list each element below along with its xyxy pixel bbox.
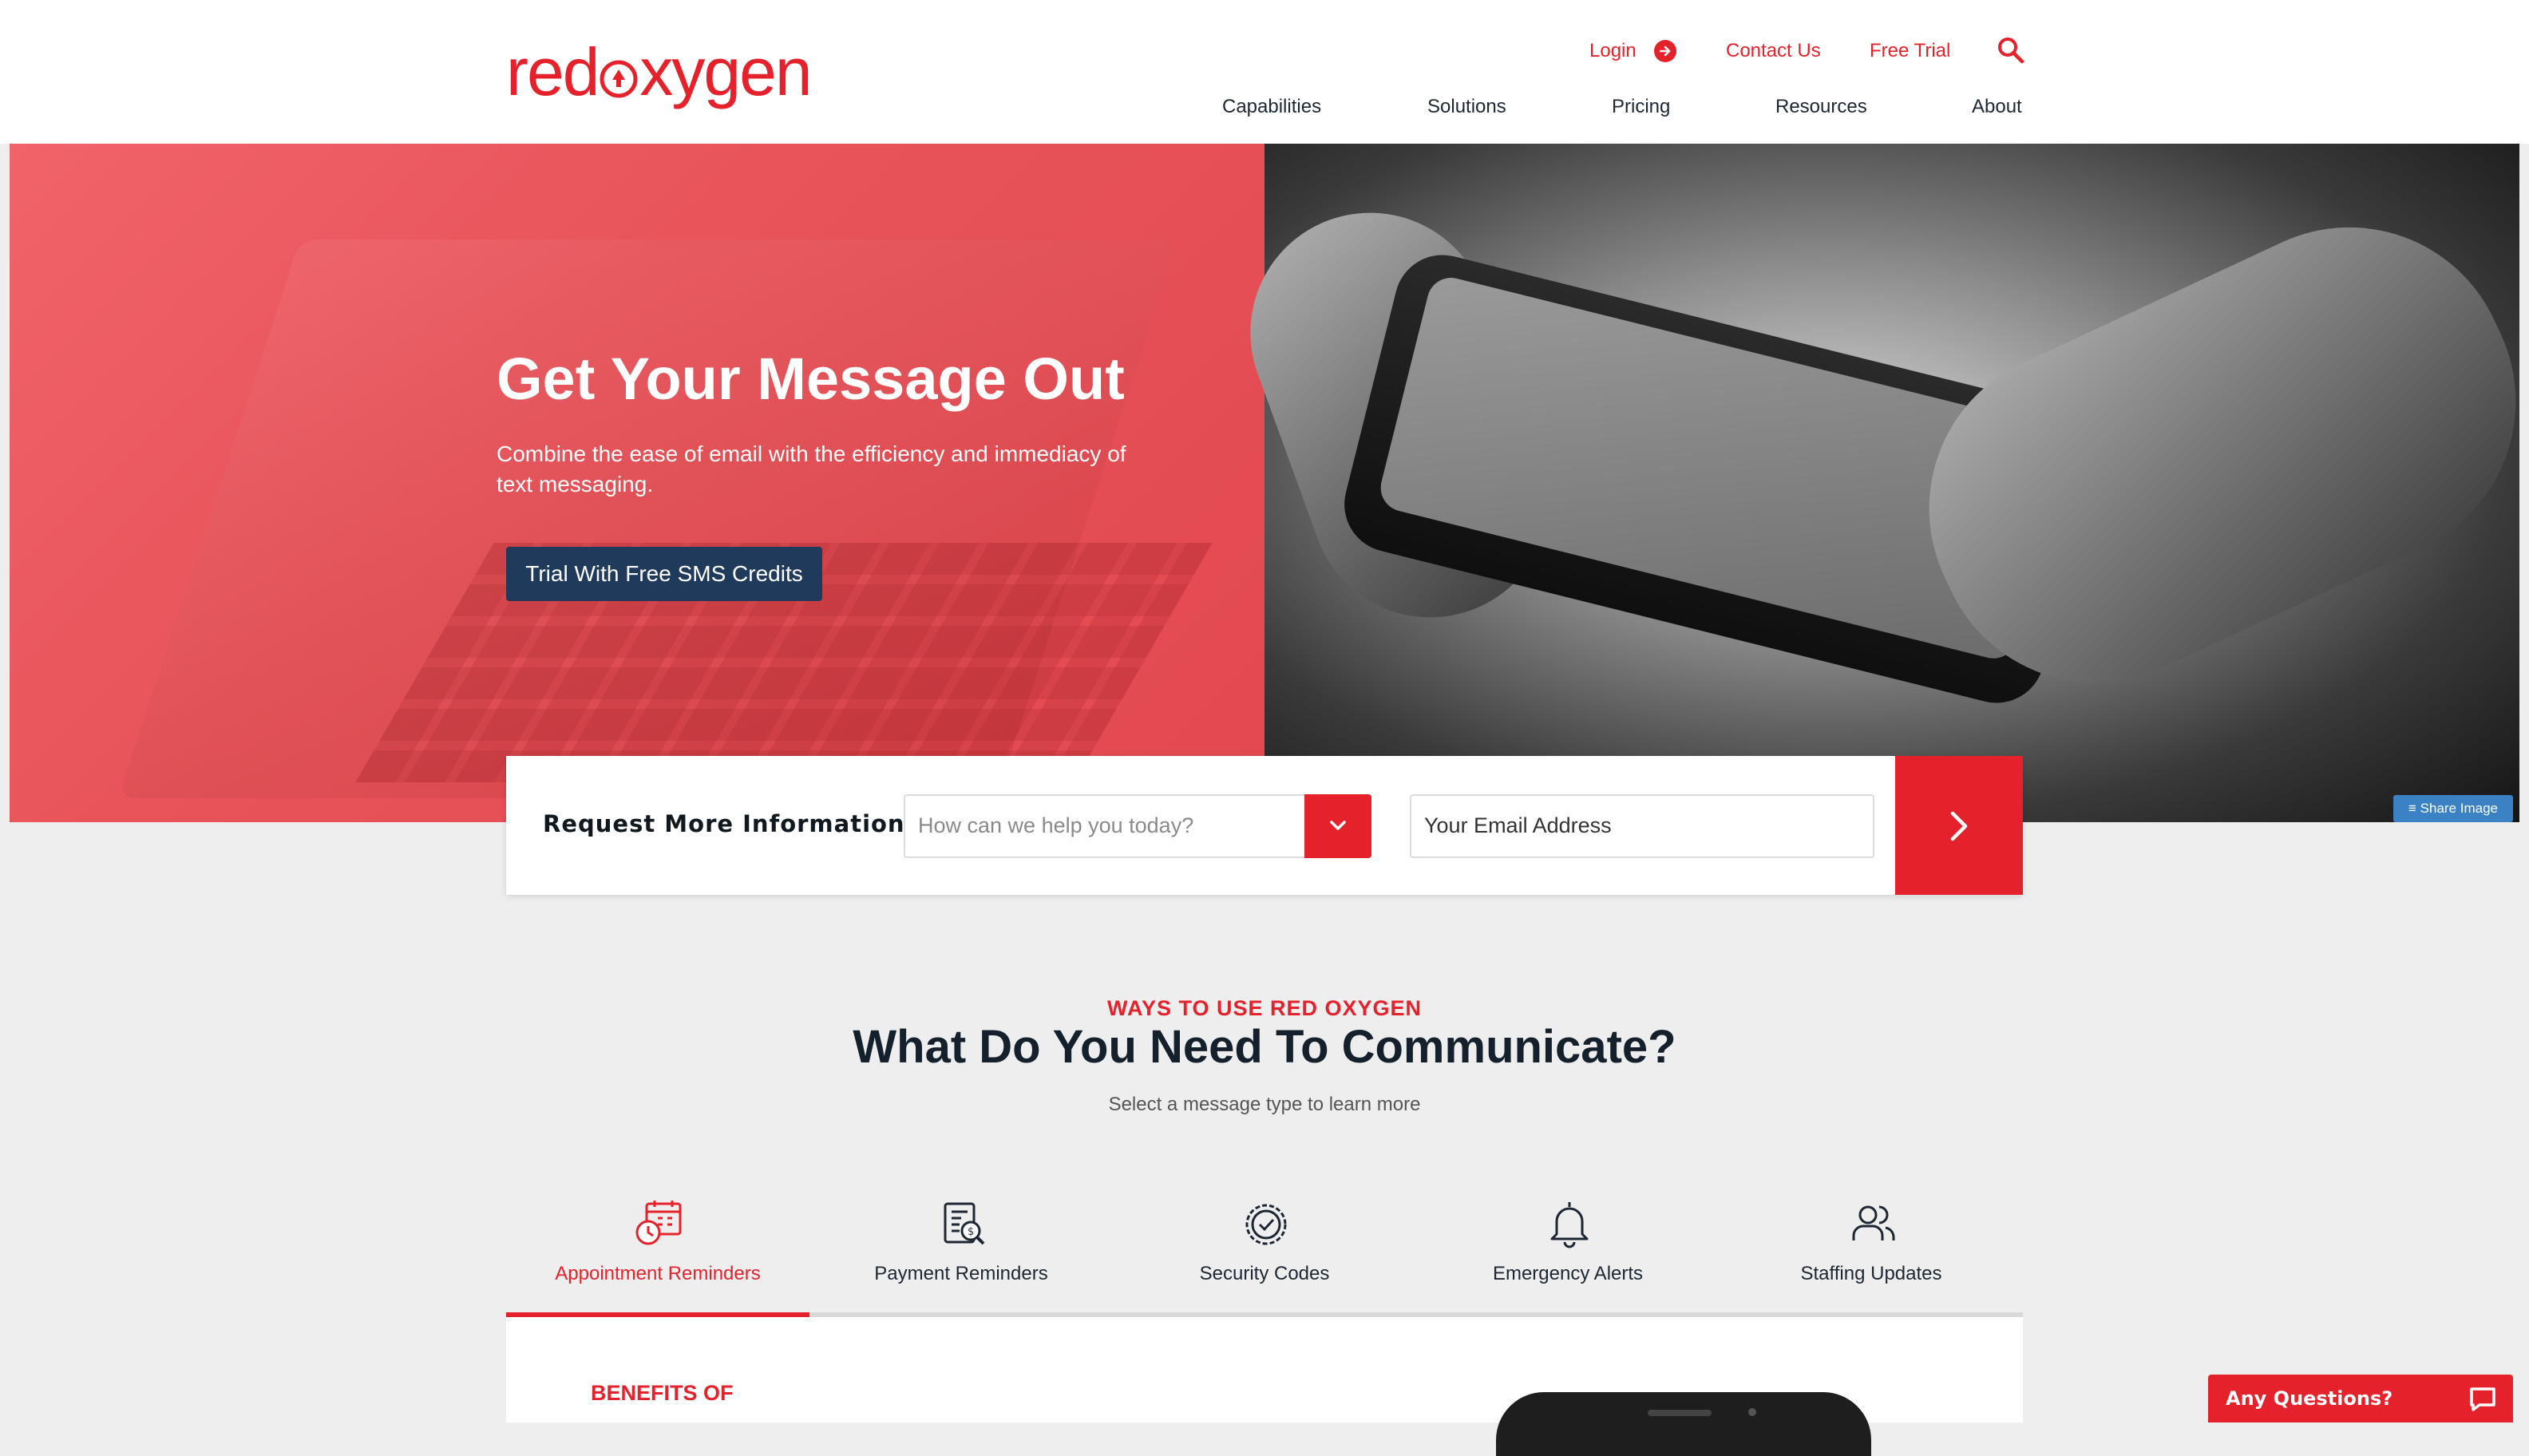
- share-image-label: Share Image: [2420, 801, 2498, 816]
- chat-label: Any Questions?: [2226, 1387, 2393, 1410]
- nav-capabilities[interactable]: Capabilities: [1222, 93, 1321, 121]
- site-header: red xygen Login Contact Us Free Trial Cap…: [0, 0, 2529, 144]
- chat-widget[interactable]: Any Questions?: [2208, 1375, 2513, 1422]
- contact-us-link[interactable]: Contact Us: [1726, 37, 1821, 65]
- logo-o-icon: [598, 32, 639, 112]
- phone-camera: [1748, 1408, 1756, 1416]
- phone-mockup-image: [1496, 1392, 1871, 1456]
- dropdown-toggle[interactable]: [1304, 794, 1371, 858]
- chat-bubble-icon: [2468, 1386, 2497, 1415]
- search-icon[interactable]: [1996, 35, 2026, 65]
- email-placeholder: Your Email Address: [1424, 813, 1612, 837]
- svg-text:$: $: [968, 1226, 974, 1238]
- free-trial-link[interactable]: Free Trial: [1870, 37, 1950, 65]
- tab-label: Emergency Alerts: [1492, 1263, 1644, 1284]
- hero-title: Get Your Message Out: [497, 346, 1125, 412]
- hero-phone-photo: [1217, 144, 2519, 822]
- calendar-clock-icon: [634, 1197, 685, 1248]
- share-image-button[interactable]: ≡ Share Image: [2393, 795, 2513, 822]
- submit-button[interactable]: [1895, 756, 2023, 895]
- tab-label: Appointment Reminders: [555, 1263, 761, 1284]
- message-type-tabs: Appointment Reminders $ Payment Reminder…: [506, 1189, 2023, 1317]
- chevron-right-icon: [1950, 811, 1968, 841]
- section-subtitle: Select a message type to learn more: [1108, 1094, 1421, 1115]
- invoice-search-icon: $: [937, 1197, 988, 1248]
- request-info-form: Request More Information How can we help…: [506, 756, 2023, 895]
- tab-emergency-alerts[interactable]: Emergency Alerts: [1416, 1189, 1720, 1317]
- nav-solutions[interactable]: Solutions: [1427, 93, 1506, 121]
- logo-text-xygen: xygen: [639, 34, 812, 109]
- tab-label: Security Codes: [1199, 1263, 1330, 1284]
- help-topic-select[interactable]: How can we help you today?: [904, 794, 1371, 858]
- tab-payment-reminders[interactable]: $ Payment Reminders: [809, 1189, 1113, 1317]
- clock-check-icon: [1241, 1197, 1292, 1248]
- section-eyebrow: WAYS TO USE RED OXYGEN: [1106, 996, 1423, 1020]
- trial-cta-button[interactable]: Trial With Free SMS Credits: [506, 547, 822, 601]
- bell-icon: [1544, 1197, 1595, 1248]
- tab-label: Payment Reminders: [874, 1263, 1048, 1284]
- tab-appointment-reminders[interactable]: Appointment Reminders: [506, 1189, 809, 1317]
- nav-resources[interactable]: Resources: [1775, 93, 1867, 121]
- help-topic-placeholder: How can we help you today?: [918, 813, 1194, 837]
- section-title: What Do You Need To Communicate?: [853, 1021, 1676, 1073]
- nav-about[interactable]: About: [1972, 93, 2022, 121]
- phone-speaker: [1648, 1410, 1712, 1416]
- hero-subtitle: Combine the ease of email with the effic…: [497, 441, 1126, 497]
- login-arrow-icon[interactable]: [1654, 40, 1676, 62]
- tab-staffing-updates[interactable]: Staffing Updates: [1720, 1189, 2023, 1317]
- nav-pricing[interactable]: Pricing: [1612, 93, 1670, 121]
- red-oxygen-logo[interactable]: red xygen: [506, 32, 813, 112]
- login-link[interactable]: Login: [1589, 37, 1637, 65]
- tab-content-panel: BENEFITS OF: [506, 1317, 2023, 1456]
- form-title: Request More Information: [543, 810, 905, 837]
- hero-banner: [10, 144, 2519, 822]
- layers-icon: ≡: [2408, 801, 2420, 816]
- logo-text-red: red: [506, 34, 600, 109]
- benefits-heading: BENEFITS OF: [591, 1381, 734, 1405]
- users-icon: [1847, 1197, 1898, 1248]
- email-field[interactable]: Your Email Address: [1410, 794, 1874, 858]
- tab-security-codes[interactable]: Security Codes: [1113, 1189, 1416, 1317]
- tab-label: Staffing Updates: [1800, 1263, 1942, 1284]
